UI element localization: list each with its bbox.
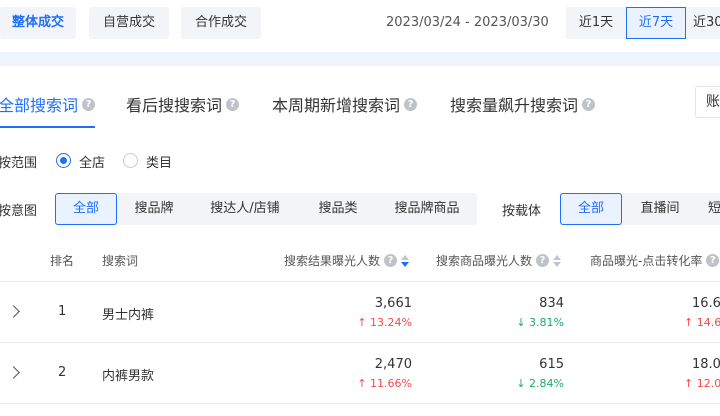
tab-label: 全部搜索词: [0, 96, 79, 115]
product-exposure-value: 615: [539, 357, 564, 372]
click-conversion-change: ↑ 12.0: [684, 377, 720, 390]
segment-self-operated[interactable]: 自营成交: [89, 7, 169, 39]
header-label: 搜索结果曝光人数: [284, 254, 381, 268]
header-keyword: 搜索词: [102, 254, 139, 268]
row-divider: [0, 403, 720, 404]
header-label: 商品曝光-点击转化率: [590, 254, 703, 268]
change-value: 2.84%: [529, 377, 564, 390]
change-value: 11.66%: [370, 377, 412, 390]
account-button[interactable]: 账: [695, 86, 720, 118]
intent-chip-all[interactable]: 全部: [55, 193, 117, 225]
result-exposure-value: 2,470: [374, 357, 412, 372]
help-icon[interactable]: ?: [404, 97, 418, 111]
segment-cooperation[interactable]: 合作成交: [181, 7, 261, 39]
product-exposure-value: 834: [539, 296, 564, 311]
intent-chip-brand-product[interactable]: 搜品牌商品: [380, 193, 474, 225]
row-keyword: 内裤男款: [102, 369, 155, 384]
carrier-label: 按载体: [502, 204, 542, 219]
click-conversion-change: ↑ 14.68: [684, 316, 720, 329]
help-icon[interactable]: ?: [536, 254, 550, 267]
help-icon[interactable]: ?: [226, 97, 240, 111]
help-icon[interactable]: ?: [82, 97, 96, 111]
header-divider: [0, 281, 720, 282]
carrier-chip-short-video[interactable]: 短: [708, 193, 720, 225]
change-value: 3.81%: [529, 316, 564, 329]
range-1day-button[interactable]: 近1天: [566, 7, 626, 39]
header-rank: 排名: [50, 254, 75, 268]
row-keyword: 男士内裤: [102, 308, 155, 323]
row-rank: 2: [58, 365, 67, 380]
scope-option-category[interactable]: 类目: [146, 152, 172, 171]
help-icon[interactable]: ?: [706, 254, 720, 267]
tab-after-view-keywords[interactable]: 看后搜搜索词?: [126, 92, 240, 116]
header-click-conversion[interactable]: 商品曝光-点击转化率 ?: [590, 252, 720, 269]
range-30day-button[interactable]: 近30: [686, 7, 720, 39]
divider-band: [0, 52, 720, 66]
tab-label: 本周期新增搜索词: [272, 96, 401, 115]
header-result-exposure[interactable]: 搜索结果曝光人数 ?: [284, 252, 410, 269]
change-value: 13.24%: [370, 316, 412, 329]
active-tab-indicator: [0, 126, 95, 128]
result-exposure-change: ↑ 11.66%: [357, 377, 412, 390]
tab-new-keywords[interactable]: 本周期新增搜索词?: [272, 92, 418, 116]
product-exposure-change: ↓ 2.84%: [516, 377, 564, 390]
carrier-chip-all[interactable]: 全部: [560, 193, 622, 225]
scope-radio-store[interactable]: [56, 153, 71, 168]
scope-label: 按范围: [0, 156, 38, 171]
tab-label: 搜索量飙升搜索词: [450, 96, 579, 115]
help-icon[interactable]: ?: [384, 254, 398, 267]
row-divider: [0, 342, 720, 343]
click-conversion-value: 18.05: [692, 357, 720, 372]
page-root: 整体成交 自营成交 合作成交 2023/03/24 - 2023/03/30 近…: [0, 0, 720, 416]
result-exposure-value: 3,661: [374, 296, 412, 311]
range-7day-button[interactable]: 近7天: [626, 7, 686, 39]
intent-chip-category[interactable]: 搜品类: [305, 193, 371, 225]
date-range[interactable]: 2023/03/24 - 2023/03/30: [386, 7, 549, 39]
row-rank: 1: [58, 304, 67, 319]
product-exposure-change: ↓ 3.81%: [516, 316, 564, 329]
top-bar: 整体成交 自营成交 合作成交 2023/03/24 - 2023/03/30 近…: [0, 0, 720, 52]
header-product-exposure[interactable]: 搜索商品曝光人数 ?: [436, 252, 562, 269]
header-label: 搜索商品曝光人数: [436, 254, 533, 268]
change-value: 14.68: [696, 316, 720, 329]
change-value: 12.0: [696, 377, 720, 390]
sort-icon[interactable]: [553, 254, 562, 267]
scope-radio-category[interactable]: [123, 153, 138, 168]
segment-overall[interactable]: 整体成交: [0, 7, 76, 39]
click-conversion-value: 16.67: [692, 296, 720, 311]
chevron-right-icon[interactable]: [7, 305, 20, 318]
carrier-chip-live[interactable]: 直播间: [628, 193, 692, 225]
intent-chip-influencer-store[interactable]: 搜达人/店铺: [196, 193, 294, 225]
chevron-right-icon[interactable]: [7, 366, 20, 379]
tab-all-keywords[interactable]: 全部搜索词?: [0, 92, 96, 116]
result-exposure-change: ↑ 13.24%: [357, 316, 412, 329]
help-icon[interactable]: ?: [582, 97, 596, 111]
intent-chip-brand[interactable]: 搜品牌: [121, 193, 187, 225]
intent-label: 按意图: [0, 204, 38, 219]
scope-option-store[interactable]: 全店: [79, 152, 105, 171]
tab-surging-keywords[interactable]: 搜索量飙升搜索词?: [450, 92, 596, 116]
sort-icon[interactable]: [401, 254, 410, 267]
tab-label: 看后搜搜索词: [126, 96, 223, 115]
